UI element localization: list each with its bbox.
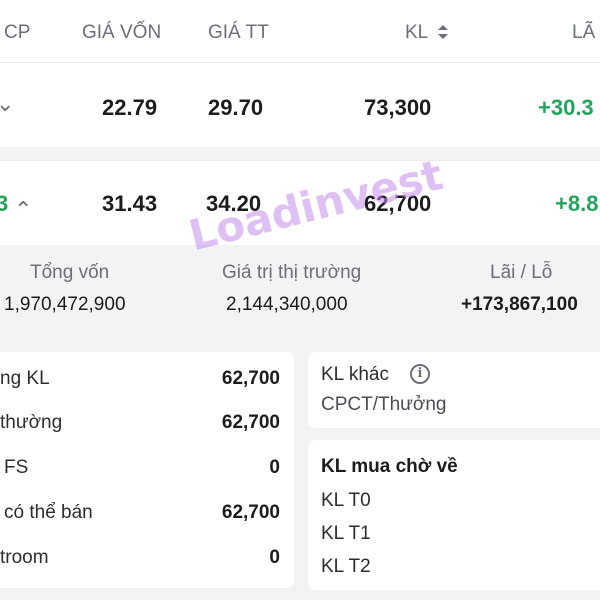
kl-mua-cho-ve-card: KL mua chờ về KL T0 KL T1 KL T2 <box>308 440 600 590</box>
lai-lo-label: Lãi / Lỗ <box>490 262 553 283</box>
chevron-up-icon[interactable]: ⌃ <box>14 197 32 223</box>
summary-panel: Tổng vốn 1,970,472,900 Giá trị thị trườn… <box>0 246 600 334</box>
cell-kl: 62,700 <box>364 191 432 216</box>
kl-khac-card: KL khác i CPCT/Thưởng <box>308 352 600 428</box>
col-header-gia-tt[interactable]: GIÁ TT <box>208 22 269 44</box>
table-row[interactable]: 3 ⌃ 31.43 34.20 62,700 +8.8 <box>0 160 600 245</box>
col-header-cp[interactable]: CP <box>4 22 30 44</box>
tong-von-value: 1,970,472,900 <box>4 294 126 315</box>
cell-gia-tt: 34.20 <box>206 191 262 216</box>
chevron-down-icon[interactable]: ⌄ <box>0 91 14 117</box>
table-row[interactable]: ⌄ 22.79 29.70 73,300 +30.3 <box>0 62 600 147</box>
cpct-thuong-label: CPCT/Thưởng <box>321 394 447 415</box>
kl-khac-label: KL khác <box>321 364 389 385</box>
gia-tri-thi-truong-label: Giá trị thị trường <box>222 262 362 283</box>
detail-label: troom <box>0 547 49 568</box>
detail-value: 0 <box>269 457 280 478</box>
detail-label: thường <box>0 412 63 433</box>
detail-label: có thể bán <box>4 502 93 523</box>
sort-icon[interactable] <box>437 24 449 46</box>
detail-value: 62,700 <box>221 368 280 389</box>
lai-lo-value: +173,867,100 <box>461 294 578 315</box>
col-header-gia-von[interactable]: GIÁ VỐN <box>82 22 161 44</box>
cell-lai: +8.8 <box>555 191 599 216</box>
cell-gia-von: 22.79 <box>102 95 158 120</box>
cell-gia-von: 31.43 <box>102 191 158 216</box>
holding-details-card: ng KL 62,700 thường 62,700 FS 0 có thể b… <box>0 352 294 588</box>
cell-gia-tt: 29.70 <box>208 95 264 120</box>
cell-kl: 73,300 <box>364 95 432 120</box>
info-icon[interactable]: i <box>410 364 430 384</box>
kl-t1-label: KL T1 <box>321 523 371 544</box>
col-header-lai[interactable]: LÃ <box>572 22 595 44</box>
cell-lai: +30.3 <box>538 95 594 120</box>
detail-value: 62,700 <box>221 502 280 523</box>
kl-t2-label: KL T2 <box>321 556 371 577</box>
detail-value: 0 <box>269 547 280 568</box>
col-header-kl[interactable]: KL <box>405 22 428 44</box>
detail-value: 62,700 <box>221 412 280 433</box>
tong-von-label: Tổng vốn <box>30 262 110 283</box>
kl-mua-cho-ve-title: KL mua chờ về <box>321 456 458 477</box>
detail-label: ng KL <box>0 368 50 389</box>
kl-t0-label: KL T0 <box>321 490 371 511</box>
cell-ticker: 3 <box>0 191 9 216</box>
detail-label: FS <box>4 457 29 478</box>
gia-tri-thi-truong-value: 2,144,340,000 <box>226 294 348 315</box>
table-header: CP GIÁ VỐN GIÁ TT KL LÃ <box>0 0 600 62</box>
